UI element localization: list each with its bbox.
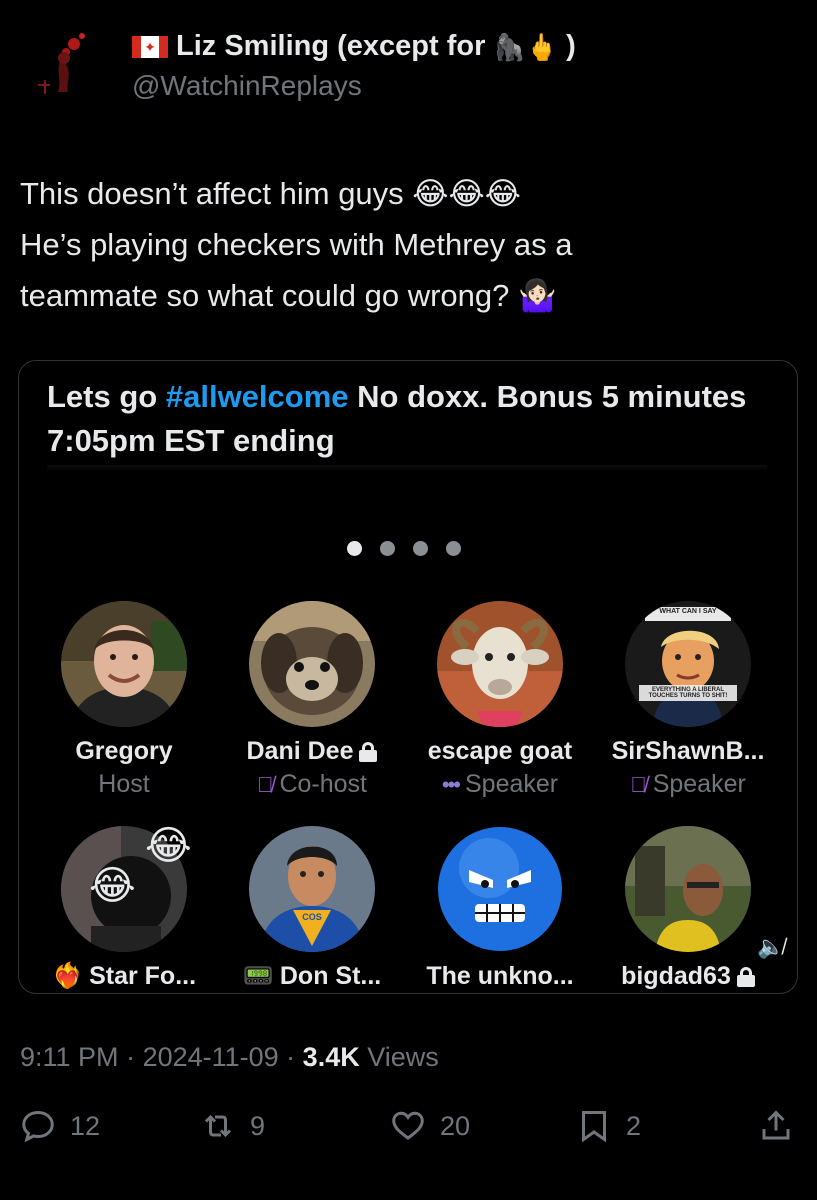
tweet-meta: 9:11 PM · 2024-11-09 · 3.4K Views [20,1042,439,1073]
reaction-emoji-icon: 😂 [145,824,192,868]
space-hashtag-link[interactable]: #allwelcome [166,379,349,414]
tweet-text: This doesn’t affect him guys 😂😂😂 He’s pl… [20,168,800,321]
participant-role: 🎙̸ Speaker [630,770,746,798]
share-icon [762,1110,790,1140]
pager-emoji-icon: 📟 [242,962,274,990]
laughing-emoji-icons: 😂😂😂 [412,176,521,211]
participant-dani-dee[interactable]: Dani Dee 🎙̸ Co-host [217,601,407,799]
meta-separator: · [118,1042,143,1072]
participant-name: bigdad63 [593,962,783,991]
repost-count: 9 [250,1110,266,1141]
tweet-date[interactable]: 2024-11-09 [143,1042,279,1072]
title-fade-divider [47,465,767,471]
cos-badge: COS [302,912,322,922]
author-name-emojis: 🦍🖕 [493,31,559,62]
like-count: 20 [440,1110,471,1141]
participant-name: SirShawnB... [611,737,765,765]
reply-button[interactable]: 12 [20,1108,100,1144]
participant-role: Host [98,770,150,798]
reply-icon [22,1110,54,1143]
tweet-line-1-text: This doesn’t affect him guys [20,176,404,211]
participant-name: The unkno... [426,962,574,990]
bookmark-button[interactable]: 2 [576,1108,641,1144]
avatar: WHAT CAN I SAY EVERYTHING A LIBERAL TOUC… [625,601,751,727]
heart-icon [392,1111,424,1140]
page-dot[interactable] [380,541,395,556]
avatar: COS [249,826,375,952]
participant-role: ••• Speaker [441,770,559,798]
avatar-caption-top: WHAT CAN I SAY [659,608,717,615]
author-name-close: ) [566,30,576,62]
participant-the-unknown[interactable]: The unkno... [405,826,595,991]
tweet-line-1: This doesn’t affect him guys 😂😂😂 [20,168,800,219]
participant-escape-goat[interactable]: escape goat ••• Speaker [405,601,595,799]
participant-name: Gregory [75,737,173,765]
participant-star-fo[interactable]: 😂 😂 ❤️‍🔥 Star Fo... [29,826,219,991]
page-indicator[interactable] [347,541,461,556]
meta-separator: · [278,1042,303,1072]
avatar [249,601,375,727]
space-card[interactable]: Lets go #allwelcome No doxx. Bonus 5 min… [18,360,798,994]
participant-name: Dani Dee [217,737,407,766]
avatar [437,826,563,952]
page-dot[interactable] [446,541,461,556]
author-display-name: Liz Smiling (except for [176,30,486,62]
participant-name: 📟 Don St... [242,962,382,990]
repost-icon [204,1114,232,1138]
bookmark-count: 2 [626,1110,642,1141]
reply-count: 12 [70,1110,101,1141]
fire-heart-emoji-icon: ❤️‍🔥 [51,962,84,990]
tweet-time[interactable]: 9:11 PM [20,1042,119,1072]
repost-button[interactable]: 9 [200,1108,265,1144]
views-label: Views [359,1042,439,1072]
mic-off-icon: 🎙̸ [256,771,274,797]
lock-icon [736,966,755,987]
views-count: 3.4K [302,1042,360,1072]
mic-off-icon: 🎙̸ [630,771,647,797]
participant-bigdad63[interactable]: 🔈̸ bigdad63 [593,826,785,991]
speaking-indicator-icon: ••• [441,771,461,797]
avatar [625,826,751,952]
participant-name: ❤️‍🔥 Star Fo... [51,962,197,990]
canada-flag-icon: ✦ [132,35,168,58]
participant-role: 🎙̸ Co-host [256,770,368,798]
author-name-row[interactable]: ✦ Liz Smiling (except for 🦍🖕 ) [132,30,576,63]
tweet-line-3: teammate so what could go wrong? 🤷🏻‍♀️ [20,270,800,321]
page-dot[interactable] [413,541,428,556]
participant-gregory[interactable]: Gregory Host [29,601,219,799]
tweet-line-2: He’s playing checkers with Methrey as a [20,227,573,262]
author-handle[interactable]: @WatchinReplays [132,70,362,102]
laughing-emoji-icon: 😂 [89,864,136,908]
avatar [437,601,563,727]
shrug-emoji-icon: 🤷🏻‍♀️ [518,278,557,313]
speaker-muted-icon: 🔈̸ [757,934,785,959]
tweet-actions: 12 9 20 2 [0,1108,817,1158]
space-title: Lets go #allwelcome No doxx. Bonus 5 min… [47,375,767,463]
avatar-caption-bottom: EVERYTHING A LIBERAL TOUCHES TURNS TO SH… [648,687,728,699]
tweet-line-3-text: teammate so what could go wrong? [20,278,510,313]
like-button[interactable]: 20 [390,1108,470,1144]
participant-don-st[interactable]: COS 📟 Don St... [217,826,407,991]
author-avatar[interactable] [22,22,104,104]
participant-name: escape goat [427,737,573,765]
participant-sirshawnb[interactable]: WHAT CAN I SAY EVERYTHING A LIBERAL TOUC… [593,601,783,799]
bookmark-icon [582,1111,606,1143]
avatar [61,601,187,727]
space-title-before: Lets go [47,379,158,414]
lock-icon [359,741,378,762]
share-button[interactable] [758,1108,794,1144]
page-dot[interactable] [347,541,362,556]
